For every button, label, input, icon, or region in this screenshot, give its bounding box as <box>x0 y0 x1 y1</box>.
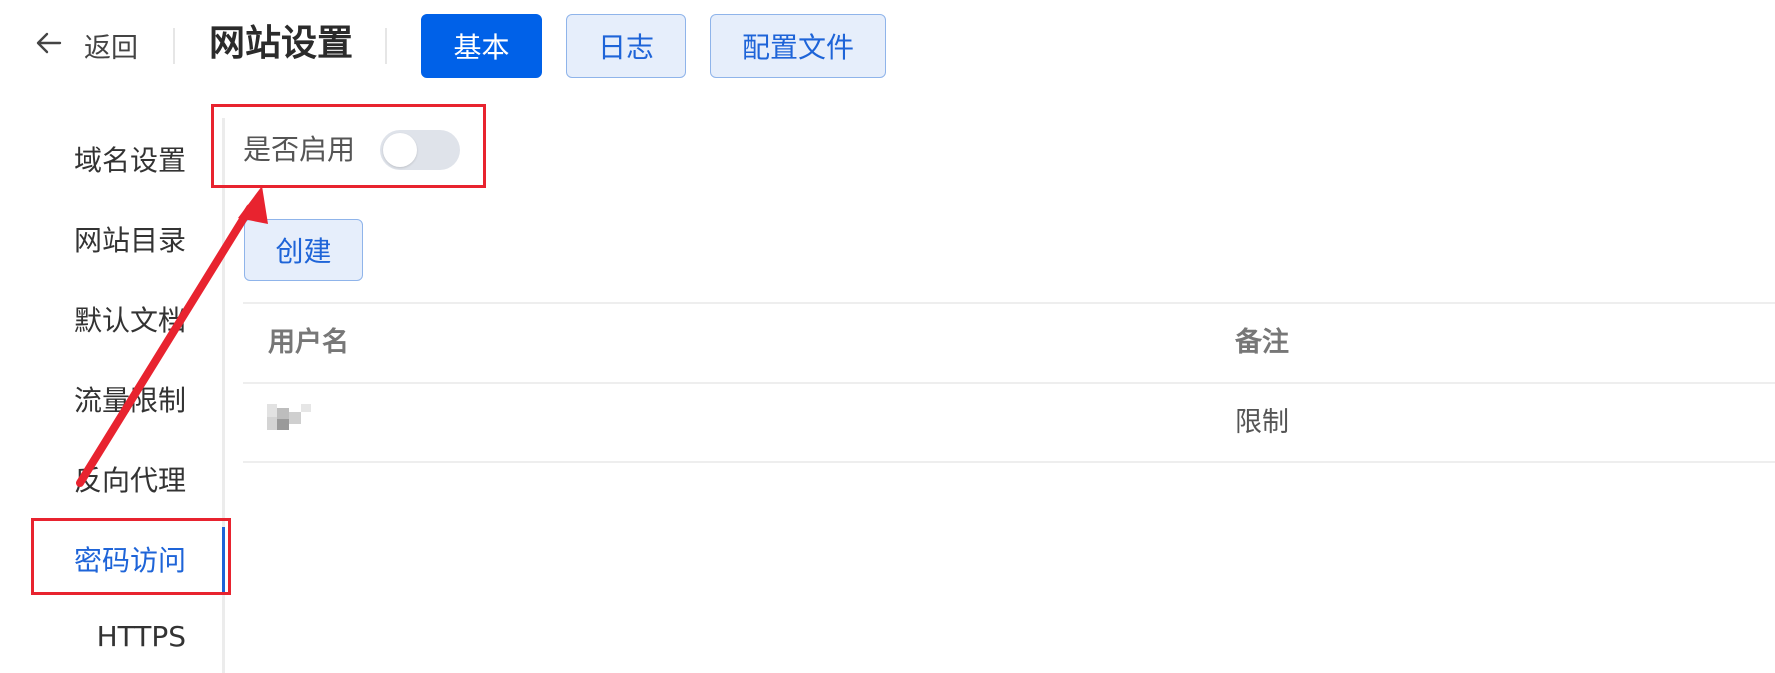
annotation-highlight-toggle <box>211 104 486 188</box>
annotation-arrow <box>76 186 268 487</box>
column-header-username: 用户名 <box>268 327 349 358</box>
sidebar-item-domain[interactable]: 域名设置 <box>74 141 186 181</box>
sidebar-item-https[interactable]: HTTPS <box>97 617 186 657</box>
sidebar-item-reverse-proxy[interactable]: 反向代理 <box>74 461 186 501</box>
sidebar-item-traffic-limit[interactable]: 流量限制 <box>74 381 186 421</box>
table-header-border <box>243 382 1775 384</box>
tab-basic[interactable]: 基本 <box>421 14 542 78</box>
back-button[interactable]: 返回 <box>34 24 138 66</box>
header-divider <box>385 28 387 64</box>
arrow-left-icon <box>34 28 64 62</box>
tab-logs[interactable]: 日志 <box>566 14 686 78</box>
note-cell: 限制 <box>1235 407 1289 438</box>
sidebar-item-default-document[interactable]: 默认文档 <box>74 301 186 341</box>
masked-username <box>267 404 315 430</box>
annotation-highlight-sidebar <box>31 518 231 595</box>
column-header-note: 备注 <box>1235 327 1289 358</box>
table-top-border <box>243 302 1775 304</box>
back-label: 返回 <box>84 32 138 64</box>
page-title: 网站设置 <box>209 23 354 64</box>
create-button[interactable]: 创建 <box>244 219 363 281</box>
sidebar-item-site-directory[interactable]: 网站目录 <box>74 221 186 261</box>
header-divider <box>173 28 175 64</box>
tab-config-file[interactable]: 配置文件 <box>710 14 886 78</box>
page: 返回 网站设置 基本 日志 配置文件 域名设置 网站目录 默认文档 流量限制 反… <box>0 0 1775 673</box>
table-row-border <box>243 461 1775 463</box>
